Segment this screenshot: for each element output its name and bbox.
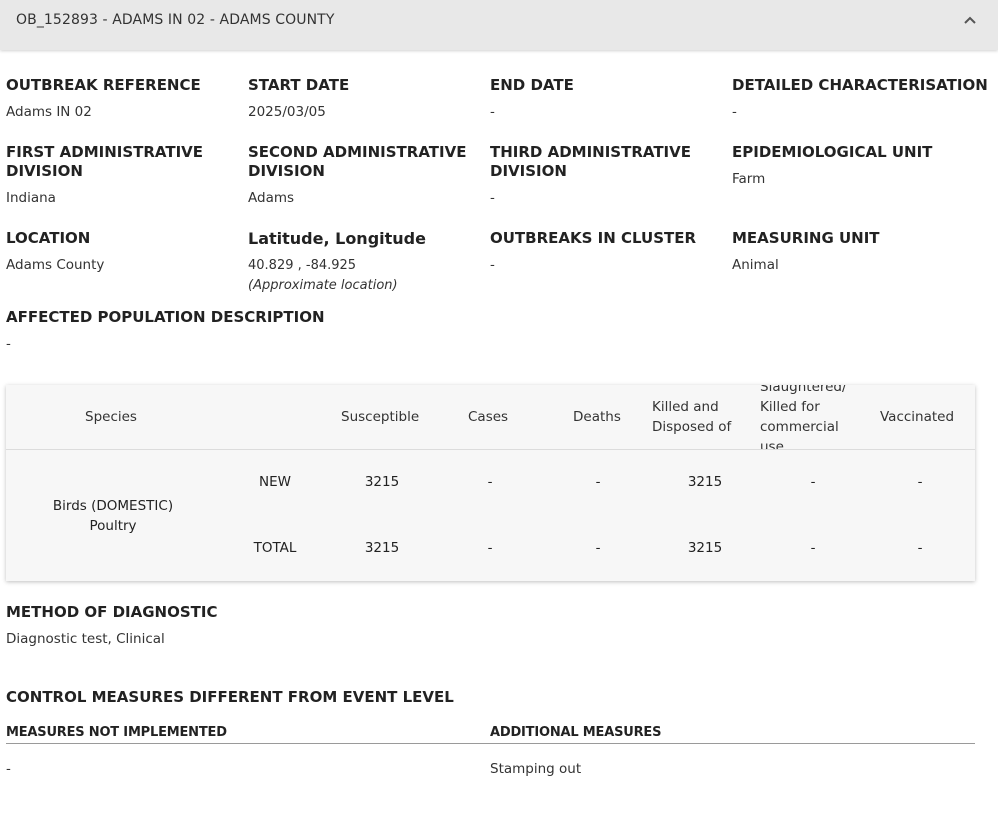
measures-not-implemented-label: MEASURES NOT IMPLEMENTED [6,725,227,740]
value-detailed-characterisation: - [732,104,737,120]
value-start-date: 2025/03/05 [248,104,326,120]
cell-deaths: - [595,474,601,490]
field-lat-long: Latitude, Longitude 40.829 , -84.925 (Ap… [248,229,484,296]
value-lat-long: 40.829 , -84.925 [248,258,357,273]
label-measuring-unit: MEASURING UNIT [732,229,880,247]
field-location: LOCATION Adams County [6,229,242,275]
field-outbreaks-in-cluster: OUTBREAKS IN CLUSTER - [490,229,726,275]
value-epi-unit: Farm [732,171,766,187]
header-slaughtered-line1: Slaughtered/ [760,385,847,395]
header-killed-line1: Killed and [652,399,719,415]
value-outbreak-reference: Adams IN 02 [6,104,92,120]
cell-susceptible: 3215 [364,474,400,490]
label-location: LOCATION [6,229,91,247]
species-cell: Birds (DOMESTIC) Poultry [42,496,184,536]
field-affected-population: AFFECTED POPULATION DESCRIPTION - [6,308,506,354]
label-third-admin-line2: DIVISION [490,162,567,180]
field-second-admin-division: SECOND ADMINISTRATIVE DIVISION Adams [248,143,484,208]
header-vaccinated: Vaccinated [880,409,955,425]
species-name: Birds (DOMESTIC) [52,498,174,514]
header-killed-line2: Disposed of [652,419,732,435]
value-first-admin: Indiana [6,190,56,206]
header-slaughtered-line2: Killed for [760,399,820,415]
field-epidemiological-unit: EPIDEMIOLOGICAL UNIT Farm [732,143,994,189]
header-slaughtered-line4: use [760,439,784,450]
cell-slaughtered: - [810,540,816,556]
outbreak-header[interactable]: OB_152893 - ADAMS IN 02 - ADAMS COUNTY [0,0,998,50]
label-detailed-characterisation: DETAILED CHARACTERISATION [732,76,988,94]
cell-cases: - [487,540,493,556]
cell-killed: 3215 [687,540,723,556]
header-susceptible: Susceptible [341,409,420,425]
species-category: Poultry [89,518,137,534]
label-affected-population: AFFECTED POPULATION DESCRIPTION [6,308,325,326]
cell-susceptible: 3215 [364,540,400,556]
outbreak-title: OB_152893 - ADAMS IN 02 - ADAMS COUNTY [16,12,335,28]
header-deaths: Deaths [573,409,621,425]
approximate-location-note: (Approximate location) [248,278,398,293]
cell-deaths: - [595,540,601,556]
label-second-admin-line1: SECOND ADMINISTRATIVE [248,143,467,161]
field-method-of-diagnostic: METHOD OF DIAGNOSTIC Diagnostic test, Cl… [6,603,506,649]
cell-vaccinated: - [917,474,923,490]
additional-measures-label: ADDITIONAL MEASURES [490,725,662,740]
header-cases: Cases [468,409,509,425]
cell-cases: - [487,474,493,490]
label-start-date: START DATE [248,76,350,94]
label-outbreak-reference: OUTBREAK REFERENCE [6,76,201,94]
value-location: Adams County [6,257,105,273]
label-first-admin-line2: DIVISION [6,162,83,180]
label-method-of-diagnostic: METHOD OF DIAGNOSTIC [6,603,218,621]
additional-measures-value: Stamping out [490,761,582,777]
cell-vaccinated: - [917,540,923,556]
field-outbreak-reference: OUTBREAK REFERENCE Adams IN 02 [6,76,242,122]
field-detailed-characterisation: DETAILED CHARACTERISATION - [732,76,994,122]
value-third-admin: - [490,190,495,206]
label-epi-unit: EPIDEMIOLOGICAL UNIT [732,143,933,161]
label-third-admin-line1: THIRD ADMINISTRATIVE [490,143,691,161]
value-affected-population: - [6,336,11,352]
field-third-admin-division: THIRD ADMINISTRATIVE DIVISION - [490,143,726,208]
field-end-date: END DATE - [490,76,726,122]
measures-not-implemented-value: - [6,761,11,777]
label-lat-long: Latitude, Longitude [248,229,426,248]
header-slaughtered-line3: commercial [760,419,839,435]
value-measuring-unit: Animal [732,257,779,273]
value-method-of-diagnostic: Diagnostic test, Clinical [6,631,165,647]
cell-slaughtered: - [810,474,816,490]
table-header: Species Susceptible Cases Deaths Killed … [6,385,975,450]
label-end-date: END DATE [490,76,574,94]
header-species: Species [85,409,137,425]
row-type-new: NEW [259,474,291,490]
chevron-up-icon[interactable] [962,12,978,28]
label-second-admin-line2: DIVISION [248,162,325,180]
species-table: Species Susceptible Cases Deaths Killed … [6,385,975,581]
value-second-admin: Adams [248,190,295,206]
value-end-date: - [490,104,495,120]
measures-divider [6,743,975,744]
label-outbreaks-in-cluster: OUTBREAKS IN CLUSTER [490,229,697,247]
value-outbreaks-in-cluster: - [490,257,495,273]
field-first-admin-division: FIRST ADMINISTRATIVE DIVISION Indiana [6,143,242,208]
control-measures-title: CONTROL MEASURES DIFFERENT FROM EVENT LE… [6,688,454,706]
label-first-admin-line1: FIRST ADMINISTRATIVE [6,143,204,161]
cell-killed: 3215 [687,474,723,490]
field-start-date: START DATE 2025/03/05 [248,76,484,122]
field-measuring-unit: MEASURING UNIT Animal [732,229,994,275]
row-type-total: TOTAL [253,540,297,556]
